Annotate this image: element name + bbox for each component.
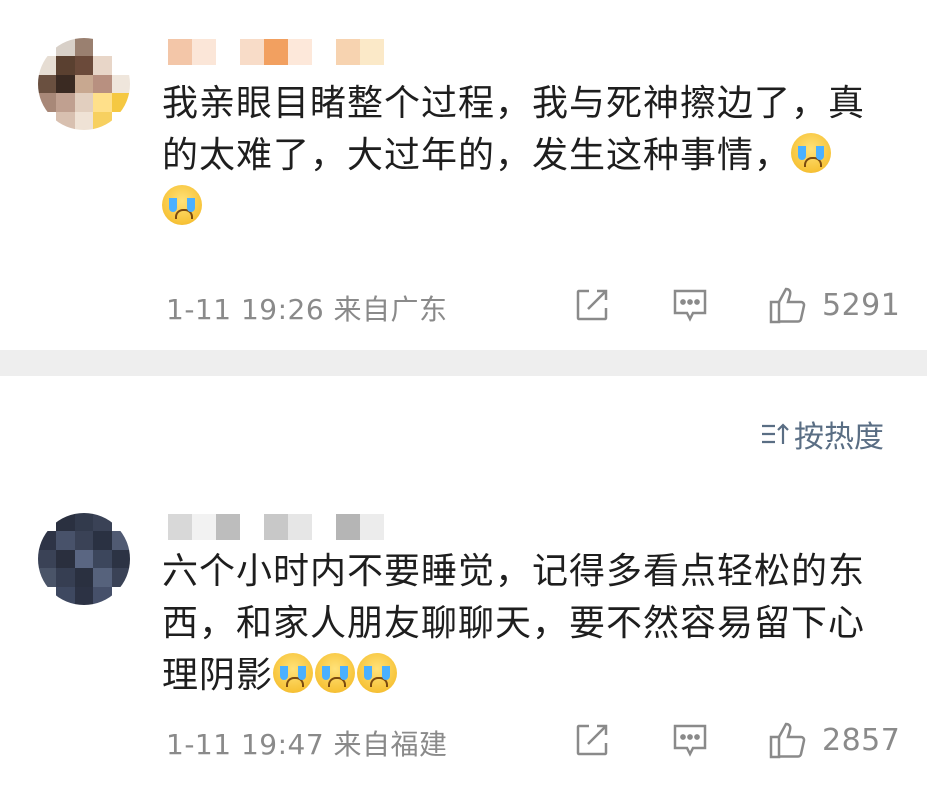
username[interactable] — [168, 39, 384, 65]
crying-face-icon — [357, 653, 398, 693]
comment-location: 来自福建 — [333, 728, 448, 761]
share-button[interactable] — [575, 288, 609, 322]
comment-meta: 1-11 19:26 来自广东 — [166, 288, 448, 328]
comment-item: 六个小时内不要睡觉，记得多看点轻松的东西，和家人朋友聊聊天，要不然容易留下心理阴… — [0, 376, 927, 789]
comment-icon — [673, 289, 707, 322]
comment-item: 我亲眼目睹整个过程，我与死神擦边了，真的太难了，大过年的，发生这种事情， 1-1… — [0, 0, 927, 350]
like-button[interactable]: 5291 — [768, 285, 900, 325]
crying-face-icon — [162, 185, 202, 225]
like-count: 5291 — [822, 287, 901, 323]
comment-text-content: 我亲眼目睹整个过程，我与死神擦边了，真的太难了，大过年的，发生这种事情， — [162, 83, 866, 176]
reply-button[interactable] — [672, 723, 708, 757]
avatar[interactable] — [38, 38, 130, 130]
comment-text: 六个小时内不要睡觉，记得多看点轻松的东西，和家人朋友聊聊天，要不然容易留下心理阴… — [162, 546, 882, 702]
comment-text-content: 六个小时内不要睡觉，记得多看点轻松的东西，和家人朋友聊聊天，要不然容易留下心理阴… — [162, 551, 866, 696]
username[interactable] — [168, 514, 384, 540]
comment-time: 1-11 19:47 — [166, 728, 325, 761]
crying-face-icon — [315, 653, 356, 693]
crying-face-icon — [791, 133, 832, 173]
thumbs-up-icon — [769, 287, 806, 324]
share-button[interactable] — [575, 723, 609, 757]
reply-button[interactable] — [672, 288, 708, 322]
section-divider — [0, 350, 927, 376]
thumbs-up-icon — [769, 722, 806, 759]
comment-time: 1-11 19:26 — [166, 293, 325, 326]
crying-face-icon — [273, 653, 314, 693]
avatar[interactable] — [38, 513, 130, 605]
comment-location: 来自广东 — [333, 293, 448, 326]
comment-text: 我亲眼目睹整个过程，我与死神擦边了，真的太难了，大过年的，发生这种事情， — [162, 78, 882, 234]
like-count: 2857 — [822, 722, 901, 758]
like-button[interactable]: 2857 — [768, 720, 900, 760]
comment-meta: 1-11 19:47 来自福建 — [166, 723, 448, 763]
share-icon — [576, 289, 608, 321]
share-icon — [576, 724, 608, 756]
comment-icon — [673, 724, 707, 757]
